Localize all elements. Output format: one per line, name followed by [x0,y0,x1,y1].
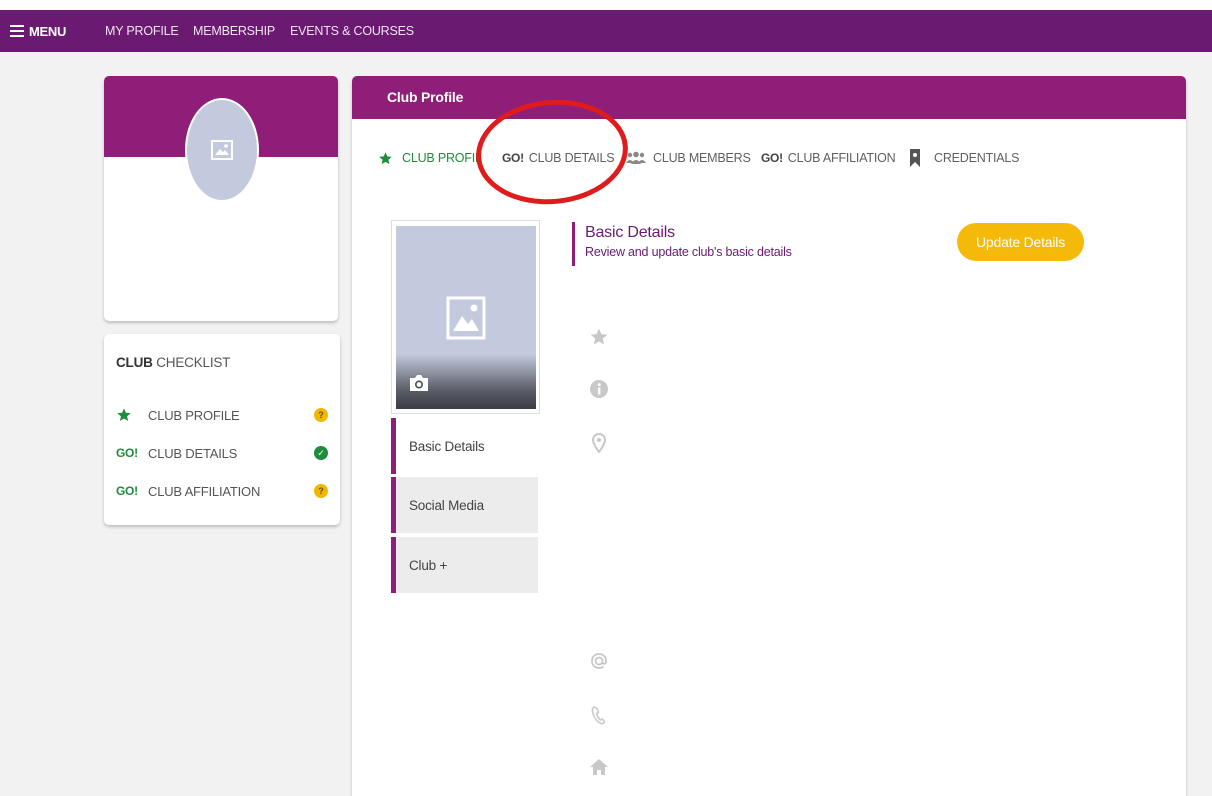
checklist-item-club-details[interactable]: GO! CLUB DETAILS ✓ [116,443,328,463]
hamburger-icon [10,25,24,37]
sidenav-social-media[interactable]: Social Media [391,477,538,533]
club-profile-card [104,76,338,321]
menu-label: MENU [29,23,67,39]
checklist-item-club-affiliation[interactable]: GO! CLUB AFFILIATION ? [116,481,328,501]
check-status-icon: ✓ [314,446,328,460]
checklist-item-label: CLUB PROFILE [148,407,240,423]
menu-button[interactable]: MENU [10,21,66,41]
checklist-item-label: CLUB DETAILS [148,445,238,461]
club-checklist: CLUB CHECKLIST CLUB PROFILE ? GO! CLUB D… [104,334,340,525]
section-subtitle: Review and update club's basic details [585,245,792,259]
tab-label: CLUB AFFILIATION [787,151,896,165]
tab-club-affiliation[interactable]: GO! CLUB AFFILIATION [761,150,896,166]
section-title: Basic Details [585,224,675,241]
tab-label: CLUB MEMBERS [653,151,751,165]
nav-my-profile[interactable]: MY PROFILE [105,24,179,38]
warning-status-icon: ? [314,408,328,422]
club-photo[interactable] [396,226,536,409]
go-icon: GO! [761,151,783,165]
panel-title: Club Profile [387,89,464,105]
go-icon: GO! [116,484,138,498]
update-details-button[interactable]: Update Details [957,223,1084,261]
tab-club-members[interactable]: CLUB MEMBERS [626,150,751,166]
sidenav-club-plus[interactable]: Club + [391,537,538,593]
home-icon [588,756,610,778]
star-icon [588,326,610,348]
club-avatar[interactable] [185,98,259,202]
star-icon [117,408,131,421]
image-placeholder-icon [446,296,486,340]
warning-status-icon: ? [314,484,328,498]
top-navbar: MENU MY PROFILE MEMBERSHIP EVENTS & COUR… [0,10,1212,52]
nav-events-courses[interactable]: EVENTS & COURSES [290,24,414,38]
location-pin-icon [588,432,610,454]
club-profile-panel: Club Profile CLUB PROFIL GO! CLUB DETAIL… [352,76,1186,796]
phone-icon [588,704,610,726]
tab-club-profile[interactable]: CLUB PROFIL [378,150,482,166]
tab-credentials[interactable]: CREDENTIALS [909,149,1020,167]
bookmark-icon [910,149,920,167]
tab-label: CLUB PROFIL [402,151,482,165]
star-icon [379,151,392,164]
basic-details-header: Basic Details Review and update club's b… [572,222,792,266]
camera-icon[interactable] [408,373,430,393]
members-icon [626,151,646,164]
top-strip [0,0,1212,10]
go-icon: GO! [116,446,138,460]
at-icon [588,650,610,672]
checklist-title: CLUB CHECKLIST [116,355,231,370]
sidenav-basic-details[interactable]: Basic Details [391,418,538,474]
tab-label: CREDENTIALS [934,151,1020,165]
club-photo-frame [391,220,540,414]
checklist-item-club-profile[interactable]: CLUB PROFILE ? [116,405,328,425]
panel-header: Club Profile [352,76,1186,119]
nav-membership[interactable]: MEMBERSHIP [193,24,275,38]
image-placeholder-icon [211,140,233,160]
info-icon [588,378,610,400]
checklist-item-label: CLUB AFFILIATION [148,483,261,499]
